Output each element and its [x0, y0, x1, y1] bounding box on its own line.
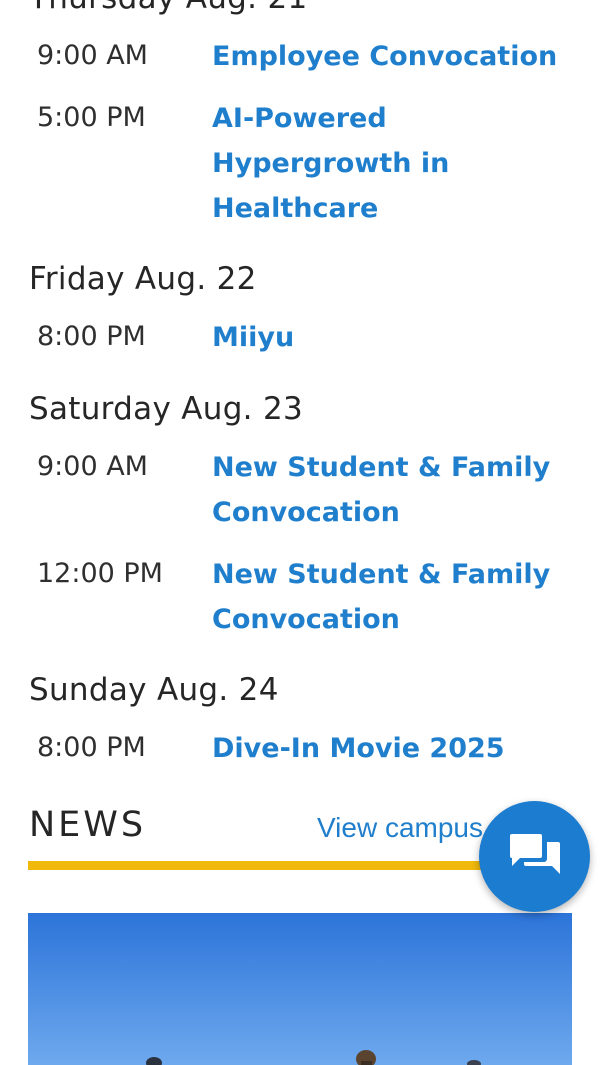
- view-campus-news-link[interactable]: View campus: [317, 812, 483, 844]
- news-heading: NEWS: [29, 805, 147, 845]
- event-link-new-student-convocation[interactable]: New Student & Family Convocation: [212, 552, 562, 642]
- day-heading-sunday: Sunday Aug. 24: [29, 672, 279, 708]
- event-link-miiyu[interactable]: Miiyu: [212, 315, 562, 360]
- event-time: 8:00 PM: [37, 321, 146, 352]
- chat-bubbles-icon: [509, 833, 560, 874]
- event-time: 5:00 PM: [37, 102, 146, 133]
- day-heading-thursday: Thursday Aug. 21: [29, 0, 308, 17]
- event-link-new-student-convocation[interactable]: New Student & Family Convocation: [212, 445, 562, 535]
- news-image-photo: [28, 913, 572, 1065]
- event-time: 9:00 AM: [37, 40, 148, 71]
- event-link-dive-in-movie[interactable]: Dive-In Movie 2025: [212, 726, 562, 771]
- news-image[interactable]: [28, 913, 572, 1065]
- chat-button[interactable]: [479, 801, 590, 912]
- event-link-employee-convocation[interactable]: Employee Convocation: [212, 34, 562, 79]
- event-time: 9:00 AM: [37, 451, 148, 482]
- event-link-ai-hypergrowth[interactable]: AI-Powered Hypergrowth in Healthcare: [212, 96, 472, 231]
- day-heading-friday: Friday Aug. 22: [29, 261, 257, 297]
- event-time: 8:00 PM: [37, 732, 146, 763]
- day-heading-saturday: Saturday Aug. 23: [29, 391, 304, 427]
- event-time: 12:00 PM: [37, 558, 163, 589]
